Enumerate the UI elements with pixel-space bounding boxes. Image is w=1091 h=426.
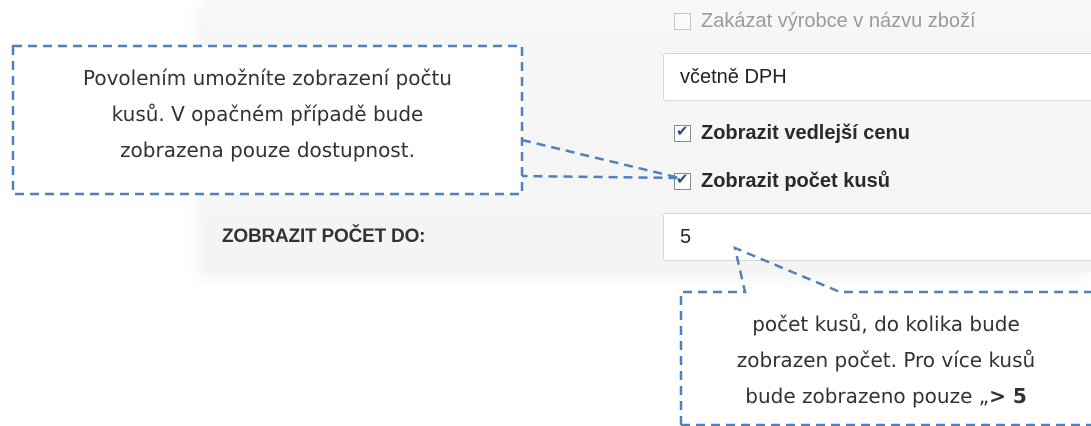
right-callout-line: bude zobrazeno pouze „> 5 xyxy=(745,384,1027,408)
show-secondary-price-checkbox[interactable] xyxy=(674,122,691,142)
right-callout-emphasis: > 5 xyxy=(989,384,1027,408)
left-callout-line: kusů. V opačném případě bude xyxy=(111,102,424,126)
left-callout-line: zobrazena pouze dostupnost. xyxy=(120,138,415,162)
hide-manufacturer-label: Zakázat výrobce v názvu zboží xyxy=(701,10,976,32)
show-count-up-to-label: ZOBRAZIT POČET DO: xyxy=(222,226,426,247)
show-secondary-price-label: Zobrazit vedlejší cenu xyxy=(701,122,910,144)
show-quantity-row[interactable]: Zobrazit počet kusů xyxy=(674,170,890,193)
show-count-up-to-value: 5 xyxy=(680,225,692,248)
hide-manufacturer-checkbox[interactable] xyxy=(674,13,691,30)
show-secondary-price-row[interactable]: Zobrazit vedlejší cenu xyxy=(674,122,910,145)
price-select[interactable]: včetně DPH xyxy=(663,53,1091,101)
right-callout-line: počet kusů, do kolika bude xyxy=(752,312,1020,336)
left-callout: Povolením umožníte zobrazení počtu kusů.… xyxy=(13,46,522,194)
left-callout-line: Povolením umožníte zobrazení počtu xyxy=(83,66,452,90)
show-quantity-label: Zobrazit počet kusů xyxy=(701,170,890,192)
hide-manufacturer-row[interactable]: Zakázat výrobce v názvu zboží xyxy=(674,10,976,33)
show-quantity-checkbox[interactable] xyxy=(674,170,691,190)
right-callout-line: zobrazen počet. Pro více kusů xyxy=(736,348,1036,372)
show-count-up-to-input[interactable]: 5 xyxy=(663,213,1091,261)
price-select-value: včetně DPH xyxy=(680,65,787,88)
right-callout: počet kusů, do kolika bude zobrazen poče… xyxy=(681,290,1091,426)
